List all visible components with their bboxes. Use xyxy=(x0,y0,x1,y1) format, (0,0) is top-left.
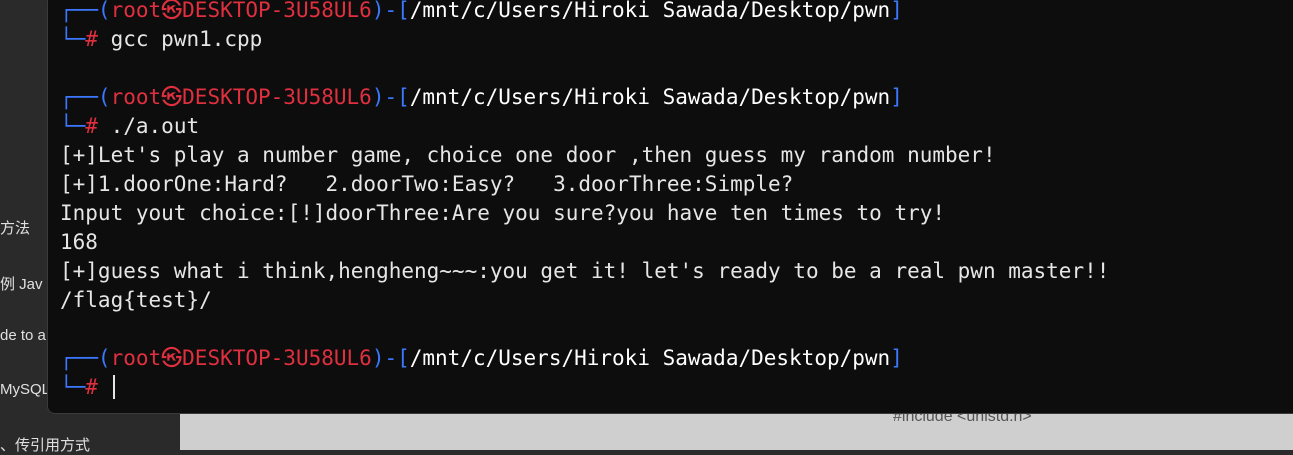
sidebar-item[interactable]: de to a xyxy=(0,327,46,344)
output-line: [+]1.doorOne:Hard? 2.doorTwo:Easy? 3.doo… xyxy=(60,170,1109,199)
prompt-header: ┌──(root㉿DESKTOP-3U58UL6)-[/mnt/c/Users/… xyxy=(60,344,1109,373)
prompt-hash: # xyxy=(85,114,98,138)
command-text: ./a.out xyxy=(110,114,200,138)
output-line: [+]Let's play a number game, choice one … xyxy=(60,141,1109,170)
prompt-user: root xyxy=(110,0,162,22)
output-text: /flag{test}/ xyxy=(60,288,212,312)
output-text: [+]guess what i think,hengheng~~~:you ge… xyxy=(60,259,1110,283)
prompt-at-icon: ㉿ xyxy=(161,346,183,370)
prompt-user: root xyxy=(110,346,162,370)
output-text: [+]Let's play a number game, choice one … xyxy=(60,143,996,167)
prompt-box-bottom: └─ xyxy=(60,27,86,51)
prompt-at-icon: ㉿ xyxy=(161,0,183,22)
output-text: [+]1.doorOne:Hard? 2.doorTwo:Easy? 3.doo… xyxy=(60,172,794,196)
output-text: Input yout choice:[!]doorThree:Are you s… xyxy=(60,201,946,225)
prompt-box-open: ┌──( xyxy=(60,85,111,109)
prompt-box-bottom: └─ xyxy=(60,114,86,138)
command-text: gcc pwn1.cpp xyxy=(110,27,263,51)
text-cursor xyxy=(112,375,115,399)
prompt-at-icon: ㉿ xyxy=(161,85,183,109)
prompt-box-close: ] xyxy=(890,0,903,22)
prompt-header: ┌──(root㉿DESKTOP-3U58UL6)-[/mnt/c/Users/… xyxy=(60,83,1109,112)
sidebar-item[interactable]: 方法 xyxy=(0,217,30,238)
sidebar-item[interactable]: 、传引用方式 xyxy=(0,434,90,455)
prompt-command-line: └─# ./a.out xyxy=(60,112,1109,141)
prompt-path: /mnt/c/Users/Hiroki Sawada/Desktop/pwn xyxy=(409,0,891,22)
output-line: Input yout choice:[!]doorThree:Are you s… xyxy=(60,199,1109,228)
prompt-box-mid: )-[ xyxy=(371,346,410,370)
output-text: 168 xyxy=(60,230,98,254)
prompt-path: /mnt/c/Users/Hiroki Sawada/Desktop/pwn xyxy=(409,85,891,109)
prompt-hash: # xyxy=(85,27,98,51)
sidebar-item[interactable]: 例 Jav xyxy=(0,273,43,294)
prompt-box-mid: )-[ xyxy=(371,0,410,22)
terminal-output: ┌──(root㉿DESKTOP-3U58UL6)-[/mnt/c/Users/… xyxy=(60,0,1109,402)
prompt-box-close: ] xyxy=(890,346,903,370)
prompt-box-bottom: └─ xyxy=(60,375,86,399)
prompt-command-line: └─# xyxy=(60,373,1109,402)
prompt-box-open: ┌──( xyxy=(60,346,111,370)
prompt-command-line: └─# gcc pwn1.cpp xyxy=(60,25,1109,54)
prompt-box-open: ┌──( xyxy=(60,0,111,22)
prompt-host: DESKTOP-3U58UL6 xyxy=(182,85,372,109)
terminal-window[interactable]: ┌──(root㉿DESKTOP-3U58UL6)-[/mnt/c/Users/… xyxy=(47,0,1293,414)
output-line: /flag{test}/ xyxy=(60,286,1109,315)
output-line: 168 xyxy=(60,228,1109,257)
prompt-path: /mnt/c/Users/Hiroki Sawada/Desktop/pwn xyxy=(409,346,891,370)
prompt-box-mid: )-[ xyxy=(371,85,410,109)
prompt-box-close: ] xyxy=(890,85,903,109)
prompt-hash: # xyxy=(85,375,98,399)
sidebar-item[interactable]: MySQL xyxy=(0,381,50,398)
output-line: [+]guess what i think,hengheng~~~:you ge… xyxy=(60,257,1109,286)
prompt-user: root xyxy=(110,85,162,109)
prompt-host: DESKTOP-3U58UL6 xyxy=(182,346,372,370)
prompt-host: DESKTOP-3U58UL6 xyxy=(182,0,372,22)
prompt-header: ┌──(root㉿DESKTOP-3U58UL6)-[/mnt/c/Users/… xyxy=(60,0,1109,25)
